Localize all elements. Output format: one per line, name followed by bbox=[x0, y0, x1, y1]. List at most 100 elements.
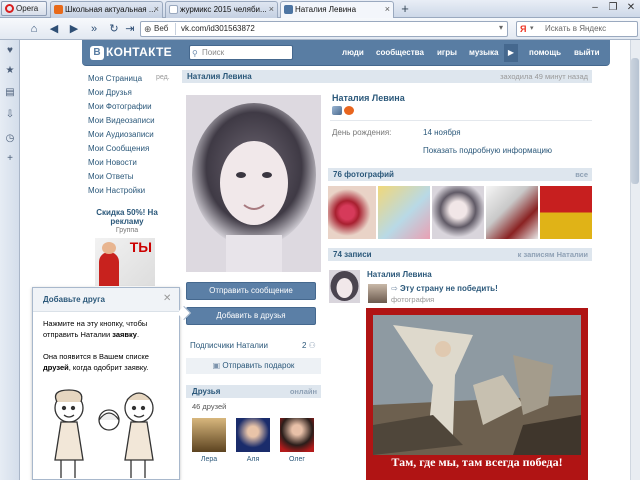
posts-title[interactable]: 74 записи bbox=[333, 250, 372, 259]
repost-source-avatar[interactable] bbox=[368, 284, 387, 303]
repost-subtitle: фотография bbox=[391, 295, 435, 304]
photo-thumbnail[interactable] bbox=[486, 186, 538, 239]
friend-avatar[interactable] bbox=[192, 418, 226, 452]
opera-logo-icon bbox=[5, 4, 14, 13]
photo-thumbnail[interactable] bbox=[328, 186, 376, 239]
nav-communities[interactable]: сообщества bbox=[376, 48, 424, 57]
vk-logo-icon[interactable]: В bbox=[90, 46, 104, 60]
app-badge-icon[interactable] bbox=[332, 106, 342, 115]
close-tab-icon[interactable]: × bbox=[269, 2, 274, 17]
address-bar[interactable]: ⊕ Веб vk.com/id301563872 ▾ bbox=[140, 21, 508, 37]
tab-vk-profile[interactable]: Наталия Левина × bbox=[280, 1, 394, 19]
heart-icon[interactable]: ♥ bbox=[3, 44, 17, 58]
photo-thumbnail[interactable] bbox=[378, 186, 430, 239]
vk-logo-text[interactable]: КОНТАКТЕ bbox=[106, 45, 172, 59]
friends-online-link[interactable]: онлайн bbox=[290, 387, 317, 396]
posts-section-bar: 74 записи к записям Наталии bbox=[328, 248, 592, 261]
tooltip-paragraph-1: Нажмите на эту кнопку, чтобы отправить Н… bbox=[43, 318, 173, 340]
send-gift-button[interactable]: ▣ Отправить подарок bbox=[186, 358, 321, 374]
show-more-info-link[interactable]: Показать подробную информацию bbox=[423, 146, 552, 155]
friend-avatar[interactable] bbox=[280, 418, 314, 452]
menu-edit-link[interactable]: ред. bbox=[156, 74, 170, 81]
menu-my-page[interactable]: Моя Страница bbox=[88, 74, 142, 83]
add-panel-icon[interactable]: + bbox=[3, 152, 17, 166]
vk-search-input[interactable]: ⚲ Поиск bbox=[189, 45, 293, 60]
close-icon[interactable]: ✕ bbox=[163, 293, 171, 304]
menu-videos[interactable]: Мои Видеозаписи bbox=[88, 116, 155, 125]
nav-music[interactable]: музыка bbox=[469, 48, 498, 57]
avatar-illustration bbox=[186, 95, 321, 272]
play-icon[interactable]: ▶ bbox=[504, 44, 518, 62]
photo-thumbnail[interactable] bbox=[432, 186, 484, 239]
gift-label: Отправить подарок bbox=[222, 361, 295, 370]
new-tab-button[interactable]: + bbox=[398, 2, 412, 16]
tooltip-header: Добавьте друга ✕ bbox=[33, 288, 179, 312]
reload-icon[interactable]: ↻ bbox=[106, 21, 122, 37]
post-author-avatar[interactable] bbox=[329, 270, 360, 303]
menu-answers[interactable]: Мои Ответы bbox=[88, 172, 134, 181]
forward-icon[interactable]: ▶ bbox=[66, 21, 82, 37]
friend-avatar[interactable] bbox=[236, 418, 270, 452]
friends-title[interactable]: Друзья bbox=[192, 387, 220, 396]
fast-forward-icon[interactable]: » bbox=[86, 21, 102, 37]
promo-poster-text: ТЫ bbox=[129, 239, 152, 255]
post-author-name[interactable]: Наталия Левина bbox=[367, 270, 432, 279]
home-icon[interactable]: ⌂ bbox=[26, 21, 42, 37]
minimize-icon[interactable]: – bbox=[586, 1, 604, 16]
nav-help[interactable]: помощь bbox=[529, 48, 561, 57]
birthday-value[interactable]: 14 ноября bbox=[423, 128, 461, 137]
heart-badge-icon[interactable] bbox=[344, 106, 354, 115]
page-scrollbar-thumb[interactable] bbox=[631, 58, 639, 184]
photos-title[interactable]: 76 фотографий bbox=[333, 170, 394, 179]
opera-menu-button[interactable]: Opera bbox=[1, 1, 47, 16]
yandex-icon: Я bbox=[520, 24, 527, 34]
close-window-icon[interactable]: ✕ bbox=[622, 1, 640, 16]
tab-zhurmix[interactable]: журмикс 2015 челяби... × bbox=[165, 1, 278, 18]
menu-settings[interactable]: Мои Настройки bbox=[88, 186, 145, 195]
subscribers-link[interactable]: Подписчики Наталии bbox=[190, 341, 268, 350]
photo-thumbnail[interactable] bbox=[540, 186, 592, 239]
dropdown-arrow-icon[interactable]: ▾ bbox=[499, 23, 503, 32]
tab-title: журмикс 2015 челяби... bbox=[180, 5, 267, 14]
add-friend-button[interactable]: Добавить в друзья bbox=[186, 307, 316, 325]
cartoon-friends-illustration bbox=[54, 389, 154, 478]
close-tab-icon[interactable]: × bbox=[154, 2, 159, 17]
history-clock-icon[interactable]: ◷ bbox=[3, 132, 17, 146]
repost-title[interactable]: ⇨ Эту страну не победить! bbox=[391, 284, 498, 293]
add-friend-tooltip: Добавьте друга ✕ Нажмите на эту кнопку, … bbox=[32, 287, 192, 480]
menu-photos[interactable]: Мои Фотографии bbox=[88, 102, 152, 111]
yandex-search-input[interactable]: Я ▾ Искать в Яндекс bbox=[516, 21, 638, 37]
back-icon[interactable]: ◀ bbox=[46, 21, 62, 37]
tab-school[interactable]: Школьная актуальная ... × bbox=[50, 1, 163, 18]
profile-avatar[interactable] bbox=[186, 95, 321, 272]
notes-icon[interactable]: ▤ bbox=[3, 86, 17, 100]
friend-name[interactable]: Аля bbox=[231, 456, 275, 463]
subscribers-count[interactable]: 2 ⚇ bbox=[302, 341, 316, 350]
search-dropdown-icon[interactable]: ▾ bbox=[530, 22, 534, 36]
web-badge-label: Веб bbox=[154, 24, 169, 33]
friend-name[interactable]: Олег bbox=[275, 456, 319, 463]
photos-section-bar: 76 фотографий все bbox=[328, 168, 592, 181]
close-tab-icon[interactable]: × bbox=[385, 2, 390, 17]
tab-key-icon[interactable]: ⇥ bbox=[122, 21, 138, 37]
downloads-icon[interactable]: ⇩ bbox=[3, 108, 17, 122]
menu-friends[interactable]: Мои Друзья bbox=[88, 88, 132, 97]
bookmarks-star-icon[interactable]: ★ bbox=[3, 64, 17, 78]
promo-title[interactable]: Скидка 50%! На рекламу bbox=[88, 208, 166, 226]
nav-people[interactable]: люди bbox=[342, 48, 364, 57]
friend-name[interactable]: Лера bbox=[187, 456, 231, 463]
friends-count[interactable]: 46 друзей bbox=[192, 402, 226, 411]
photos-all-link[interactable]: все bbox=[575, 170, 588, 179]
post-avatar-illustration bbox=[329, 270, 360, 303]
promo-image[interactable]: ТЫ bbox=[95, 238, 155, 286]
menu-messages[interactable]: Мои Сообщения bbox=[88, 144, 149, 153]
to-posts-link[interactable]: к записям Наталии bbox=[518, 250, 588, 259]
nav-logout[interactable]: выйти bbox=[574, 48, 600, 57]
menu-audio[interactable]: Мои Аудиозаписи bbox=[88, 130, 154, 139]
nav-games[interactable]: игры bbox=[437, 48, 457, 57]
menu-news[interactable]: Мои Новости bbox=[88, 158, 137, 167]
maximize-icon[interactable]: ❐ bbox=[604, 1, 622, 16]
post-image[interactable]: Там, где мы, там всегда победа! bbox=[366, 308, 588, 480]
send-message-button[interactable]: Отправить сообщение bbox=[186, 282, 316, 300]
vk-tab-icon bbox=[284, 5, 293, 14]
